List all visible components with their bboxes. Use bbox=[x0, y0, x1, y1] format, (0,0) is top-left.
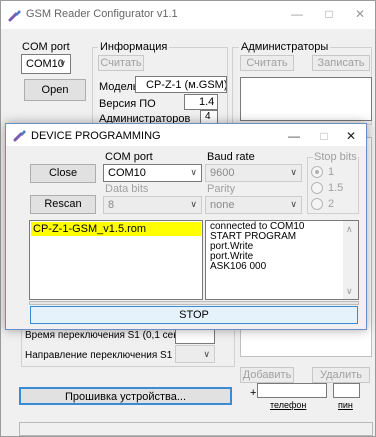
app-wrench-icon bbox=[8, 10, 21, 22]
scroll-up-icon[interactable]: ∧ bbox=[346, 224, 353, 235]
switch-time-label: Время переключения S1 (0,1 сек) bbox=[25, 330, 181, 341]
window-title: GSM Reader Configurator v1.1 bbox=[26, 8, 178, 20]
admins-list[interactable] bbox=[240, 77, 372, 121]
info-group-label: Информация bbox=[98, 41, 170, 53]
chevron-down-icon: ∨ bbox=[190, 199, 197, 209]
parity-select[interactable]: none ∨ bbox=[205, 196, 302, 214]
version-field: 1.4 bbox=[184, 94, 218, 110]
chevron-down-icon: ∨ bbox=[190, 167, 197, 177]
pin-caption: пин bbox=[338, 400, 353, 410]
dialog-minimize-button[interactable]: — bbox=[279, 123, 309, 149]
stop-bits-2-radio[interactable] bbox=[311, 198, 323, 210]
log-line: ASK106 000 bbox=[210, 261, 267, 272]
switch-dir-label: Направление переключения S1 bbox=[25, 350, 173, 361]
phone-prefix: + bbox=[250, 387, 257, 399]
stop-bits-label: Stop bits bbox=[313, 151, 358, 163]
admins-add-button[interactable]: Добавить bbox=[240, 367, 294, 383]
dlg-com-port-select[interactable]: COM10 ∨ bbox=[103, 164, 202, 182]
admins-group-label: Администраторы bbox=[239, 41, 331, 53]
dialog-wrench-icon bbox=[13, 130, 26, 142]
minimize-button[interactable]: — bbox=[282, 1, 312, 27]
chevron-down-icon: ∨ bbox=[290, 167, 297, 177]
close-window-button[interactable]: ✕ bbox=[345, 1, 375, 27]
phone-caption: телефон bbox=[270, 400, 307, 410]
model-label: Модель bbox=[99, 81, 139, 93]
parity-label: Parity bbox=[207, 183, 236, 195]
model-field: CP-Z-1 (м.GSM) bbox=[135, 76, 227, 93]
scroll-down-icon[interactable]: ∨ bbox=[346, 286, 353, 297]
com-port-label: COM port bbox=[22, 41, 70, 53]
stop-bits-1-label: 1 bbox=[328, 166, 335, 178]
chevron-down-icon: ∨ bbox=[203, 349, 210, 359]
baud-rate-label: Baud rate bbox=[207, 151, 255, 163]
com-port-value: COM10 bbox=[26, 58, 64, 70]
progress-bar bbox=[29, 301, 359, 305]
data-bits-value: 8 bbox=[108, 199, 115, 211]
version-label: Версия ПО bbox=[99, 98, 156, 110]
dialog-title: DEVICE PROGRAMMING bbox=[31, 130, 161, 142]
dlg-com-port-label: COM port bbox=[105, 151, 153, 163]
dlg-com-port-value: COM10 bbox=[108, 167, 146, 179]
pin-input[interactable] bbox=[333, 383, 360, 398]
parity-value: none bbox=[210, 199, 235, 211]
open-port-button[interactable]: Open bbox=[24, 79, 86, 101]
baud-rate-value: 9600 bbox=[210, 167, 235, 179]
chevron-down-icon: ∨ bbox=[290, 199, 297, 209]
baud-rate-select[interactable]: 9600 ∨ bbox=[205, 164, 302, 182]
data-bits-label: Data bits bbox=[105, 183, 149, 195]
phone-input[interactable] bbox=[257, 383, 327, 398]
firmware-button[interactable]: Прошивка устройства... bbox=[19, 387, 232, 405]
chevron-down-icon: ∨ bbox=[59, 58, 66, 68]
stop-bits-2-label: 2 bbox=[328, 198, 335, 210]
data-bits-select[interactable]: 8 ∨ bbox=[103, 196, 202, 214]
stop-bits-1-5-label: 1.5 bbox=[328, 182, 344, 194]
dialog-maximize-button[interactable]: □ bbox=[309, 123, 339, 149]
switch-time-field[interactable] bbox=[175, 328, 215, 344]
dialog-close-button[interactable]: Close bbox=[30, 164, 96, 183]
info-read-button[interactable]: Считать bbox=[98, 55, 144, 71]
stop-bits-1-5-radio[interactable] bbox=[311, 182, 323, 194]
status-bar bbox=[19, 422, 373, 436]
admins-count-field: 4 bbox=[200, 110, 218, 124]
dialog-close-icon[interactable]: ✕ bbox=[336, 123, 366, 149]
stop-bits-1-radio[interactable] bbox=[311, 166, 323, 178]
admins-delete-button[interactable]: Удалить bbox=[312, 367, 370, 383]
admins-read-button[interactable]: Считать bbox=[240, 55, 294, 71]
rescan-button[interactable]: Rescan bbox=[30, 195, 96, 214]
log-text: connected to COM10 START PROGRAM port.Wr… bbox=[210, 222, 305, 272]
com-port-select[interactable]: COM10 ∨ bbox=[21, 54, 71, 74]
admins-write-button[interactable]: Записать bbox=[312, 55, 370, 71]
firmware-file-item[interactable]: CP-Z-1-GSM_v1.5.rom bbox=[31, 222, 201, 236]
maximize-button[interactable]: □ bbox=[314, 1, 344, 27]
switch-dir-select[interactable]: ∨ bbox=[175, 345, 215, 363]
stop-button[interactable]: STOP bbox=[30, 306, 358, 324]
